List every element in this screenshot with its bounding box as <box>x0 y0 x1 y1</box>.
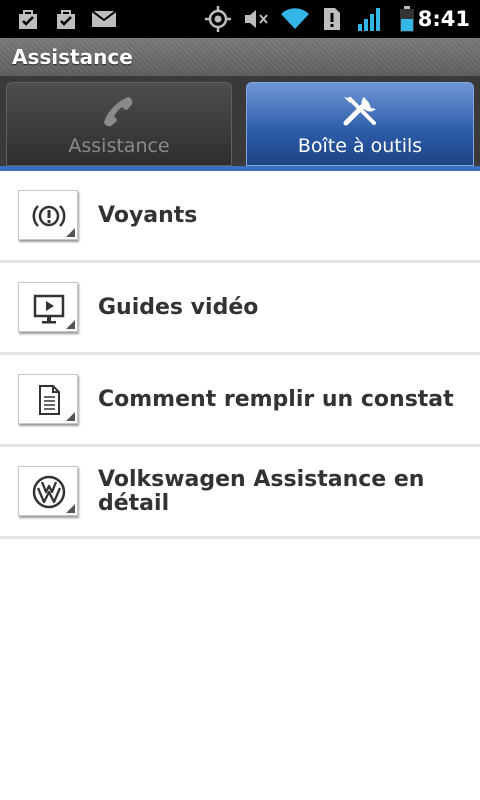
list-item-constat[interactable]: Comment remplir un constat <box>0 355 480 447</box>
battery-icon <box>396 0 418 38</box>
mail-icon <box>90 0 118 38</box>
tab-bar: Assistance Boîte à outils <box>0 76 480 170</box>
list-item-vw-assistance[interactable]: Volkswagen Assistance en détail <box>0 447 480 539</box>
tools-list: Voyants Guides vidéo Comment remplir un … <box>0 171 480 539</box>
shopping-bag-check-icon <box>14 0 42 38</box>
document-icon <box>18 374 78 424</box>
alert-icon <box>322 0 342 38</box>
video-screen-icon <box>18 282 78 332</box>
signal-icon <box>356 0 384 38</box>
status-bar: 8:41 <box>0 0 480 38</box>
tab-label: Assistance <box>68 135 170 157</box>
tab-label: Boîte à outils <box>297 135 423 157</box>
title-bar: Assistance <box>0 38 480 76</box>
warning-light-icon <box>18 190 78 240</box>
vw-logo-icon <box>18 466 78 516</box>
mute-icon <box>242 0 270 38</box>
list-item-label: Guides vidéo <box>98 294 259 320</box>
list-item-guides-video[interactable]: Guides vidéo <box>0 263 480 355</box>
tab-boite-a-outils[interactable]: Boîte à outils <box>246 82 474 166</box>
gps-icon <box>204 0 232 38</box>
list-item-label: Voyants <box>98 202 198 228</box>
app-title: Assistance <box>12 45 133 69</box>
wifi-icon <box>280 0 310 38</box>
phone-icon <box>7 93 231 133</box>
shopping-bag-check-icon <box>52 0 80 38</box>
list-item-voyants[interactable]: Voyants <box>0 171 480 263</box>
tools-icon <box>247 93 473 133</box>
list-item-label: Comment remplir un constat <box>98 386 454 412</box>
list-item-label: Volkswagen Assistance en détail <box>98 466 425 516</box>
clock: 8:41 <box>417 7 470 31</box>
tab-assistance[interactable]: Assistance <box>6 82 232 166</box>
